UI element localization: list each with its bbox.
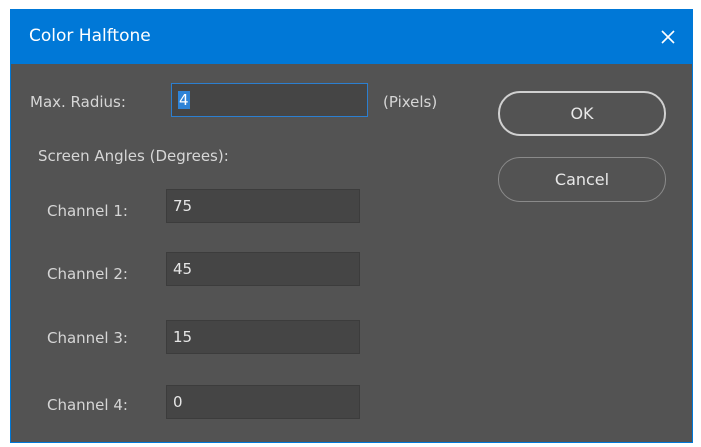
channel-2-label: Channel 2: xyxy=(47,265,128,283)
max-radius-value: 4 xyxy=(178,91,190,109)
screen-angles-heading: Screen Angles (Degrees): xyxy=(38,147,229,165)
max-radius-label: Max. Radius: xyxy=(30,93,126,111)
channel-3-value: 15 xyxy=(173,328,193,346)
channel-4-input[interactable]: 0 xyxy=(166,385,360,419)
dialog-title: Color Halftone xyxy=(29,26,151,46)
cancel-button-label: Cancel xyxy=(554,170,610,189)
color-halftone-dialog: Color Halftone Max. Radius: 4 (Pixels) S… xyxy=(10,9,693,443)
close-button[interactable] xyxy=(644,9,692,64)
ok-button[interactable]: OK xyxy=(498,91,666,136)
ok-button-label: OK xyxy=(570,104,594,123)
max-radius-unit-label: (Pixels) xyxy=(383,93,438,111)
title-bar: Color Halftone xyxy=(11,9,692,64)
channel-1-label: Channel 1: xyxy=(47,202,128,220)
max-radius-input[interactable]: 4 xyxy=(171,83,368,117)
channel-1-value: 75 xyxy=(173,197,193,215)
channel-3-input[interactable]: 15 xyxy=(166,320,360,354)
cancel-button[interactable]: Cancel xyxy=(498,157,666,202)
channel-4-label: Channel 4: xyxy=(47,396,128,414)
channel-4-value: 0 xyxy=(173,393,183,411)
close-icon xyxy=(661,29,675,44)
channel-2-value: 45 xyxy=(173,260,193,278)
channel-1-input[interactable]: 75 xyxy=(166,189,360,223)
channel-2-input[interactable]: 45 xyxy=(166,252,360,286)
channel-3-label: Channel 3: xyxy=(47,329,128,347)
